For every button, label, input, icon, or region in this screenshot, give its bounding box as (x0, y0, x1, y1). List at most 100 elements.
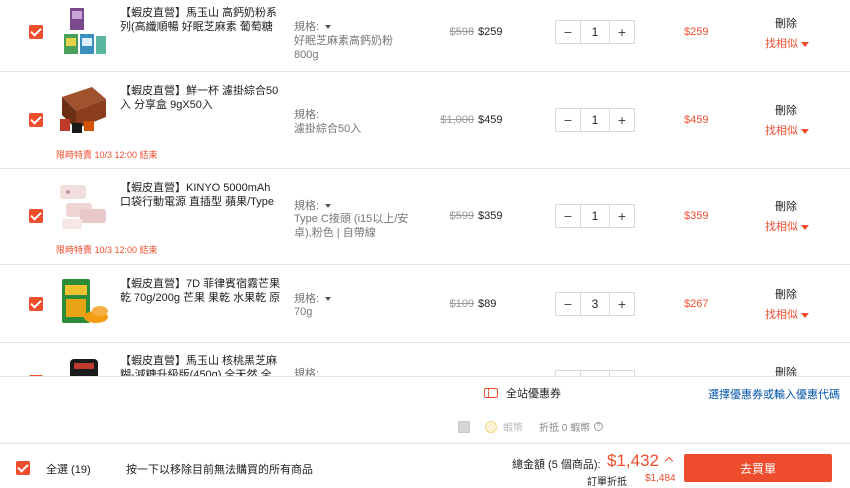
increase-button[interactable]: + (610, 109, 634, 131)
spec-value: Type C接頭 (i15以上/安卓),粉色 | 自帶線 (294, 213, 409, 239)
find-similar-link[interactable]: 找相似 (765, 35, 810, 51)
cart-item: 【蝦皮直營】馬玉山 核桃黑芝麻糊-減糖升級版(450g) 全天然 全素食 規格:… (0, 343, 850, 376)
chevron-up-icon[interactable] (664, 456, 674, 466)
spec-selector[interactable]: 規格: (294, 18, 332, 34)
quantity-stepper: − 1 + (555, 108, 635, 132)
quantity-value[interactable]: 1 (580, 205, 610, 227)
caret-down-icon (801, 312, 809, 318)
site-voucher-label: 全站優惠券 (506, 388, 561, 400)
item-subtotal: $267 (684, 298, 709, 310)
voucher-row: 全站優惠券 (484, 385, 561, 401)
item-checkbox[interactable] (29, 113, 43, 127)
delete-link[interactable]: 刪除 (775, 286, 810, 302)
item-actions: 刪除 找相似 (765, 102, 810, 138)
spec-value: 70g (294, 306, 313, 318)
delete-link[interactable]: 刪除 (775, 15, 810, 31)
increase-button[interactable]: + (610, 21, 634, 43)
cart-item: 【蝦皮直營】KINYO 5000mAh 口袋行動電源 直插型 蘋果/Type C… (0, 169, 850, 265)
quantity-stepper: − 3 + (555, 292, 635, 316)
spec-label: 規格: (294, 293, 320, 305)
item-checkbox[interactable] (29, 209, 43, 223)
item-subtotal: $259 (684, 26, 709, 38)
find-similar-label: 找相似 (765, 38, 798, 50)
find-similar-link[interactable]: 找相似 (765, 218, 810, 234)
cart-item: 【蝦皮直營】馬玉山 高鈣奶粉系列(高纖順暢 好眠芝麻素 葡萄糖胺) 規格: 好眠… (0, 0, 850, 72)
select-all-label[interactable]: 全選 (19) (46, 461, 91, 477)
delete-link[interactable]: 刪除 (775, 364, 810, 376)
spec-selector[interactable]: 規格: (294, 106, 319, 122)
product-image[interactable] (56, 355, 110, 376)
find-similar-label: 找相似 (765, 221, 798, 233)
delete-link[interactable]: 刪除 (775, 198, 810, 214)
product-image[interactable] (56, 179, 110, 233)
caret-down-icon (325, 297, 332, 302)
product-name[interactable]: 【蝦皮直營】7D 菲律賓宿霧芒果乾 70g/200g 芒果 果乾 水果乾 原廠.… (120, 277, 282, 305)
caret-down-icon (801, 41, 809, 47)
select-all-checkbox[interactable] (16, 461, 30, 475)
item-checkbox[interactable] (29, 297, 43, 311)
discount-value: $1,484 (645, 473, 676, 484)
caret-down-icon (801, 224, 809, 230)
coin-checkbox[interactable] (458, 420, 470, 433)
current-price: $359 (478, 210, 503, 222)
decrease-button[interactable]: − (556, 109, 580, 131)
spec-label: 規格: (294, 109, 320, 121)
total-value: $1,432 (607, 451, 659, 470)
discount-label: 訂單折抵 (587, 477, 627, 488)
help-icon[interactable]: ? (594, 422, 604, 431)
decrease-button[interactable]: − (556, 21, 580, 43)
quantity-stepper: − 1 + (555, 20, 635, 44)
product-name[interactable]: 【蝦皮直營】馬玉山 核桃黑芝麻糊-減糖升級版(450g) 全天然 全素食 (120, 354, 282, 376)
find-similar-link[interactable]: 找相似 (765, 306, 810, 322)
current-price: $259 (478, 26, 503, 38)
spec-value: 好眠芝麻素高鈣奶粉800g (294, 35, 393, 61)
increase-button[interactable]: + (610, 293, 634, 315)
find-similar-link[interactable]: 找相似 (765, 122, 810, 138)
flash-sale-label: 限時特賣 10/3 12:00 結束 (56, 150, 158, 160)
product-image[interactable] (56, 6, 110, 60)
total-label: 總金額 (5 個商品): (512, 459, 601, 471)
caret-down-icon (325, 25, 332, 30)
cart-item: 【蝦皮直營】7D 菲律賓宿霧芒果乾 70g/200g 芒果 果乾 水果乾 原廠.… (0, 265, 850, 343)
coin-row: 蝦幣 折抵 0 蝦幣 ? (458, 419, 604, 434)
spec-label: 規格: (294, 21, 320, 33)
item-actions: 刪除 (765, 364, 810, 376)
original-price: $599 (449, 210, 474, 222)
delete-link[interactable]: 刪除 (775, 102, 810, 118)
decrease-button[interactable]: − (556, 205, 580, 227)
quantity-value[interactable]: 1 (580, 109, 610, 131)
product-name[interactable]: 【蝦皮直營】鮮一杯 濾掛綜合50入 分享盒 9gX50入 (120, 84, 282, 112)
select-voucher-link[interactable]: 選擇優惠券或輸入優惠代碼 (708, 386, 840, 402)
item-subtotal: $459 (684, 114, 709, 126)
product-image[interactable] (56, 275, 110, 329)
item-checkbox[interactable] (29, 25, 43, 39)
spec-selector[interactable]: 規格: (294, 365, 319, 376)
spec-selector[interactable]: 規格: (294, 290, 332, 306)
product-image[interactable] (56, 81, 110, 135)
item-actions: 刪除 找相似 (765, 198, 810, 234)
spec-selector[interactable]: 規格: (294, 197, 332, 213)
checkout-footer: 全選 (19) 按一下以移除目前無法購買的所有商品 總金額 (5 個商品): $… (0, 443, 850, 488)
item-actions: 刪除 找相似 (765, 286, 810, 322)
current-price: $89 (478, 298, 497, 310)
coin-label: 蝦幣 (503, 423, 523, 434)
current-price: $459 (478, 114, 503, 126)
find-similar-label: 找相似 (765, 125, 798, 137)
spec-value: 濾掛綜合50入 (294, 123, 362, 135)
cart-item: 【蝦皮直營】鮮一杯 濾掛綜合50入 分享盒 9gX50入 規格: 濾掛綜合50入… (0, 72, 850, 169)
checkout-button[interactable]: 去買單 (684, 454, 832, 482)
quantity-value[interactable]: 1 (580, 21, 610, 43)
product-name[interactable]: 【蝦皮直營】馬玉山 高鈣奶粉系列(高纖順暢 好眠芝麻素 葡萄糖胺) (120, 6, 282, 34)
quantity-stepper: − 1 + (555, 204, 635, 228)
caret-down-icon (801, 128, 809, 134)
item-subtotal: $359 (684, 210, 709, 222)
decrease-button[interactable]: − (556, 293, 580, 315)
remove-unavailable-link[interactable]: 按一下以移除目前無法購買的所有商品 (126, 461, 313, 477)
spec-label: 規格: (294, 368, 320, 376)
increase-button[interactable]: + (610, 205, 634, 227)
quantity-value[interactable]: 3 (580, 293, 610, 315)
voucher-section: 全站優惠券 選擇優惠券或輸入優惠代碼 蝦幣 折抵 0 蝦幣 ? (0, 376, 850, 442)
find-similar-label: 找相似 (765, 309, 798, 321)
product-name[interactable]: 【蝦皮直營】KINYO 5000mAh 口袋行動電源 直插型 蘋果/Type C… (120, 181, 282, 209)
coin-deduct: 折抵 0 蝦幣 (539, 423, 591, 434)
